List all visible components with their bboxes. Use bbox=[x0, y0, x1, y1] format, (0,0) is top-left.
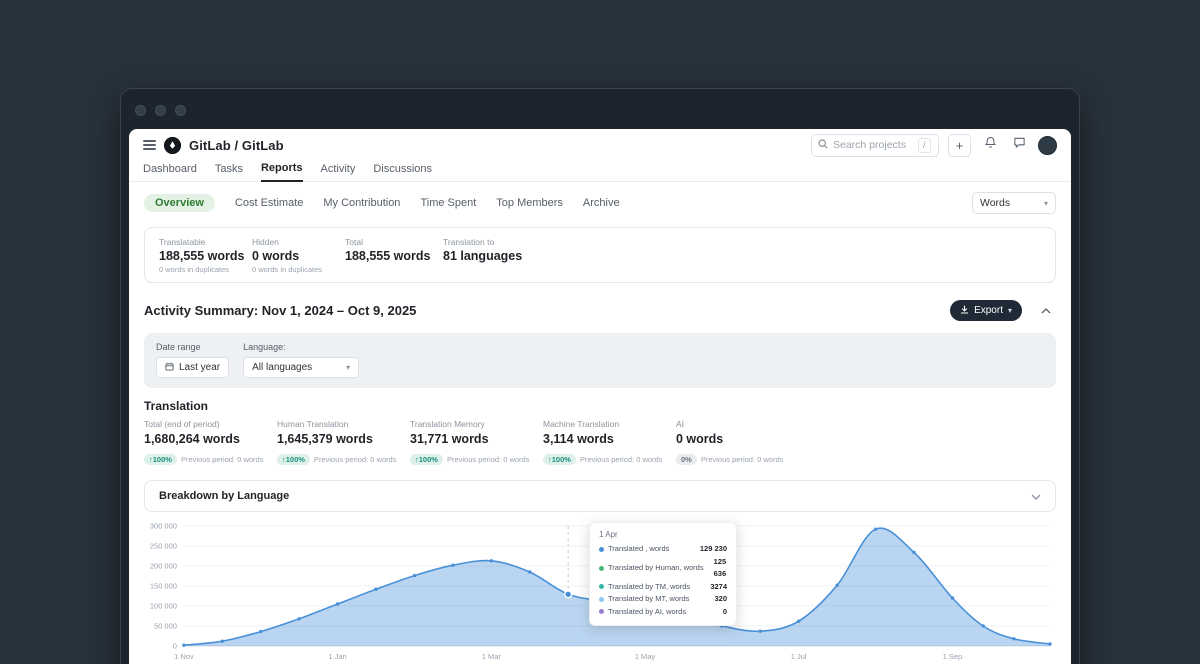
chat-icon bbox=[1013, 136, 1026, 154]
stat-total: Total 188,555 words bbox=[345, 237, 443, 274]
filters-panel: Date range Last year Language: All langu… bbox=[144, 333, 1056, 388]
plus-icon: + bbox=[956, 138, 964, 153]
top-bar: GitLab / GitLab / + bbox=[129, 129, 1071, 161]
report-tabs: Overview Cost Estimate My Contribution T… bbox=[144, 182, 1056, 222]
window-titlebar bbox=[121, 89, 1079, 116]
translation-stat-total: Total (end of period) 1,680,264 words ↑1… bbox=[144, 419, 277, 467]
tooltip-date: 1 Apr bbox=[599, 530, 727, 539]
activity-summary-title: Activity Summary: Nov 1, 2024 – Oct 9, 2… bbox=[144, 303, 416, 318]
project-logo bbox=[164, 137, 181, 154]
report-tab-top-members[interactable]: Top Members bbox=[496, 197, 563, 209]
svg-text:100 000: 100 000 bbox=[150, 601, 177, 610]
nav-tab-discussions[interactable]: Discussions bbox=[373, 163, 432, 181]
trend-badge: ↑100% bbox=[144, 454, 177, 465]
tooltip-row: Translated , words129 230 bbox=[599, 543, 727, 556]
nav-tab-activity[interactable]: Activity bbox=[321, 163, 356, 181]
tooltip-row: Translated by Human, words125 636 bbox=[599, 556, 727, 581]
unit-select[interactable]: Words ▾ bbox=[972, 192, 1056, 214]
bell-icon bbox=[984, 136, 997, 154]
tooltip-row: Translated by MT, words320 bbox=[599, 593, 727, 606]
trend-badge: 0% bbox=[676, 454, 697, 465]
translation-stat-ai: AI 0 words 0%Previous period: 0 words bbox=[676, 419, 809, 467]
page-title: GitLab / GitLab bbox=[189, 138, 284, 153]
translation-stats-row: Total (end of period) 1,680,264 words ↑1… bbox=[144, 419, 1056, 467]
search-box[interactable]: / bbox=[811, 134, 939, 157]
activity-chart-area: 0 50 000 100 000 150 000 200 000 250 000 300 0… bbox=[144, 520, 1056, 664]
messages-button[interactable] bbox=[1009, 135, 1029, 155]
translation-stat-human: Human Translation 1,645,379 words ↑100%P… bbox=[277, 419, 410, 467]
trend-badge: ↑100% bbox=[277, 454, 310, 465]
report-content: Overview Cost Estimate My Contribution T… bbox=[129, 182, 1071, 664]
window-control-icon[interactable] bbox=[175, 105, 186, 116]
svg-text:150 000: 150 000 bbox=[150, 581, 177, 590]
create-button[interactable]: + bbox=[948, 134, 971, 157]
report-tab-my-contribution[interactable]: My Contribution bbox=[323, 197, 400, 209]
report-tab-time-spent[interactable]: Time Spent bbox=[420, 197, 476, 209]
svg-text:1 Jul: 1 Jul bbox=[791, 652, 807, 661]
translation-heading: Translation bbox=[144, 399, 1056, 413]
window-control-icon[interactable] bbox=[135, 105, 146, 116]
svg-text:1 Nov: 1 Nov bbox=[174, 652, 194, 661]
stat-translation-to: Translation to 81 languages bbox=[443, 237, 536, 274]
svg-text:0: 0 bbox=[173, 641, 177, 650]
svg-text:1 Jan: 1 Jan bbox=[328, 652, 346, 661]
svg-text:50 000: 50 000 bbox=[154, 621, 177, 630]
svg-text:250 000: 250 000 bbox=[150, 541, 177, 550]
chevron-down-icon: ▾ bbox=[1044, 199, 1048, 208]
tooltip-row: Translated by TM, words3274 bbox=[599, 581, 727, 594]
svg-text:200 000: 200 000 bbox=[150, 561, 177, 570]
project-reports-page: GitLab / GitLab / + bbox=[129, 129, 1071, 664]
report-tab-archive[interactable]: Archive bbox=[583, 197, 620, 209]
translation-stat-tm: Translation Memory 31,771 words ↑100%Pre… bbox=[410, 419, 543, 467]
date-range-filter: Date range Last year bbox=[156, 342, 229, 378]
trend-badge: ↑100% bbox=[543, 454, 576, 465]
user-avatar[interactable] bbox=[1038, 136, 1057, 155]
language-filter: Language: All languages ▾ bbox=[243, 342, 359, 378]
notifications-button[interactable] bbox=[980, 135, 1000, 155]
top-bar-actions: / + bbox=[811, 134, 1057, 157]
language-select[interactable]: All languages ▾ bbox=[243, 357, 359, 378]
date-range-button[interactable]: Last year bbox=[156, 357, 229, 378]
search-input[interactable] bbox=[833, 139, 913, 151]
nav-tab-reports[interactable]: Reports bbox=[261, 162, 303, 182]
collapse-section-button[interactable] bbox=[1036, 301, 1056, 321]
primary-nav: Dashboard Tasks Reports Activity Discuss… bbox=[129, 161, 1071, 182]
series-dot-icon bbox=[599, 609, 604, 614]
series-dot-icon bbox=[599, 566, 604, 571]
app-window: GitLab / GitLab / + bbox=[120, 88, 1080, 664]
svg-text:1 Mar: 1 Mar bbox=[482, 652, 502, 661]
activity-summary-header: Activity Summary: Nov 1, 2024 – Oct 9, 2… bbox=[144, 300, 1056, 321]
translation-stat-mt: Machine Translation 3,114 words ↑100%Pre… bbox=[543, 419, 676, 467]
series-dot-icon bbox=[599, 547, 604, 552]
chart-tooltip: 1 AprTranslated , words129 230Translated… bbox=[589, 522, 737, 626]
chevron-down-icon bbox=[1031, 487, 1041, 505]
stat-translatable: Translatable 188,555 words 0 words in du… bbox=[159, 237, 252, 274]
svg-text:1 May: 1 May bbox=[635, 652, 656, 661]
calendar-icon bbox=[165, 362, 174, 374]
breakdown-by-language-panel[interactable]: Breakdown by Language bbox=[144, 480, 1056, 512]
window-control-icon[interactable] bbox=[155, 105, 166, 116]
svg-text:300 000: 300 000 bbox=[150, 521, 177, 530]
tooltip-row: Translated by AI, words0 bbox=[599, 606, 727, 619]
trend-badge: ↑100% bbox=[410, 454, 443, 465]
nav-tab-dashboard[interactable]: Dashboard bbox=[143, 163, 197, 181]
report-tab-cost-estimate[interactable]: Cost Estimate bbox=[235, 197, 303, 209]
report-tab-overview[interactable]: Overview bbox=[144, 194, 215, 212]
stat-hidden: Hidden 0 words 0 words in duplicates bbox=[252, 237, 345, 274]
series-dot-icon bbox=[599, 597, 604, 602]
download-icon bbox=[960, 305, 969, 317]
summary-stats-card: Translatable 188,555 words 0 words in du… bbox=[144, 227, 1056, 283]
chevron-down-icon: ▾ bbox=[346, 363, 350, 372]
nav-tab-tasks[interactable]: Tasks bbox=[215, 163, 243, 181]
search-shortcut-key: / bbox=[918, 138, 931, 153]
svg-text:1 Sep: 1 Sep bbox=[943, 652, 963, 661]
series-dot-icon bbox=[599, 584, 604, 589]
search-icon bbox=[818, 136, 828, 154]
chevron-down-icon: ▾ bbox=[1008, 306, 1012, 315]
menu-icon[interactable] bbox=[143, 140, 156, 150]
export-button[interactable]: Export ▾ bbox=[950, 300, 1022, 321]
